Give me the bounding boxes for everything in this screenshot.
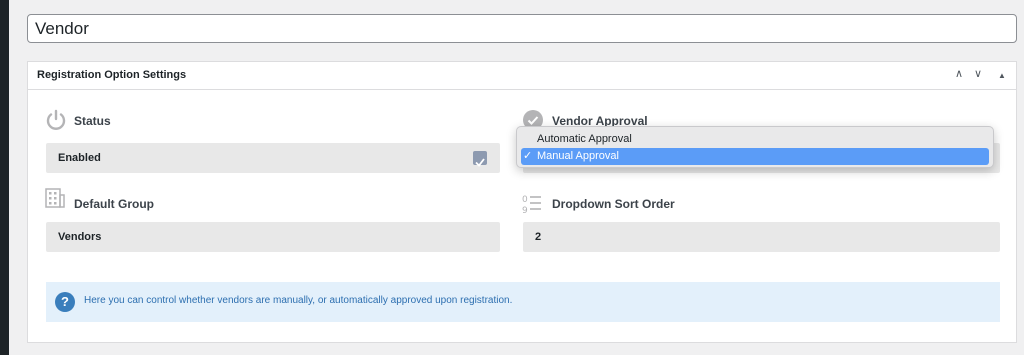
building-icon [45,188,65,208]
option-label: Manual Approval [537,150,619,162]
move-down-icon[interactable]: ∨ [974,67,982,80]
checkmark-icon: ✓ [523,150,533,162]
move-up-icon[interactable]: ∧ [955,67,963,80]
status-field[interactable]: Enabled [46,143,500,173]
option-automatic-approval[interactable]: Automatic Approval [521,131,989,148]
collapse-toggle-icon[interactable]: ▲ [998,71,1006,80]
metabox-header: Registration Option Settings ∧ ∨ ▲ [28,62,1016,90]
admin-sidebar-edge [0,0,9,355]
default-group-field[interactable]: Vendors [46,222,500,252]
metabox-title: Registration Option Settings [37,69,187,81]
svg-text:9: 9 [522,206,528,215]
registration-settings-metabox: Registration Option Settings ∧ ∨ ▲ Statu… [27,61,1017,343]
post-title-input[interactable]: Vendor [27,14,1017,43]
option-manual-approval[interactable]: ✓ Manual Approval [521,148,989,165]
status-value: Enabled [58,152,101,164]
help-icon: ? [55,292,75,312]
info-text: Here you can control whether vendors are… [84,295,513,306]
option-label: Automatic Approval [537,133,632,145]
info-notice: ? Here you can control whether vendors a… [46,282,1000,322]
status-checkbox[interactable] [473,151,487,167]
dropdown-sort-order-field[interactable]: 2 [523,222,1000,252]
checkmark-icon [475,158,485,167]
sort-order-icon: 0 9 [522,195,541,215]
default-group-label: Default Group [74,197,154,211]
vendor-approval-dropdown-menu: Automatic Approval ✓ Manual Approval [516,126,994,168]
power-icon [46,109,66,130]
svg-text:0: 0 [522,195,528,205]
dropdown-sort-order-label: Dropdown Sort Order [552,197,675,211]
status-label: Status [74,114,111,128]
